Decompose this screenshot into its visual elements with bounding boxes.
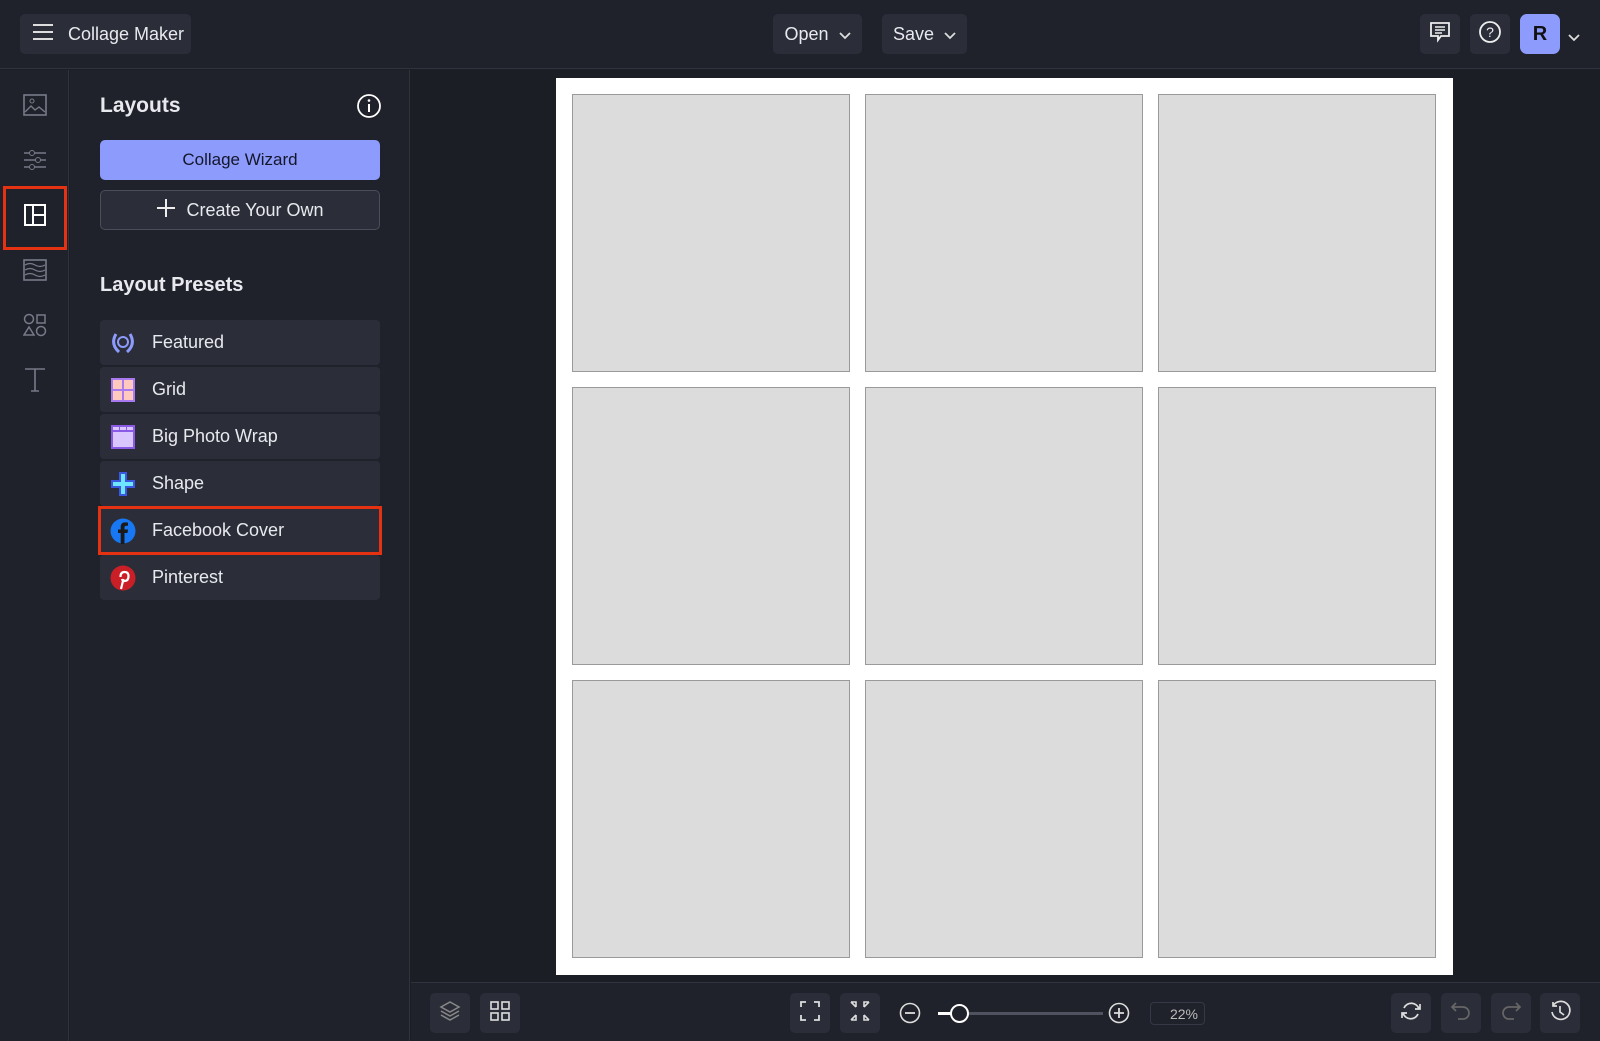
sliders-icon — [23, 149, 47, 176]
reset-button[interactable] — [1391, 993, 1431, 1033]
redo-button[interactable] — [1491, 993, 1531, 1033]
facebook-cover-highlight — [98, 506, 382, 555]
undo-button[interactable] — [1441, 993, 1481, 1033]
grid-view-button[interactable] — [480, 993, 520, 1033]
app-menu-button[interactable]: Collage Maker — [20, 14, 191, 54]
chevron-down-icon — [838, 24, 851, 45]
photo-slot[interactable] — [572, 387, 850, 665]
app-title: Collage Maker — [68, 23, 185, 44]
fit-screen-button[interactable] — [790, 993, 830, 1033]
zoom-out-icon[interactable] — [899, 1002, 921, 1029]
comment-icon — [1429, 21, 1451, 48]
top-bar: Collage Maker Open Save ? R — [0, 0, 1600, 69]
preset-shape[interactable]: Shape — [100, 461, 380, 506]
zoom-label: 22% — [1169, 1006, 1198, 1022]
hamburger-icon — [32, 23, 54, 46]
compress-icon — [850, 1000, 870, 1026]
rail-text[interactable] — [14, 361, 56, 403]
photo-slot[interactable] — [572, 680, 850, 958]
preset-pinterest[interactable]: Pinterest — [100, 555, 380, 600]
texture-icon — [23, 258, 47, 286]
history-icon — [1549, 1000, 1571, 1027]
preset-label: Grid — [152, 379, 187, 399]
collage-wizard-button[interactable]: Collage Wizard — [100, 140, 380, 180]
grid-view-icon — [490, 1000, 510, 1026]
actual-size-button[interactable] — [840, 993, 880, 1033]
photo-slot[interactable] — [865, 94, 1143, 372]
preset-label: Featured — [152, 332, 225, 352]
preset-label: Pinterest — [152, 567, 224, 587]
redo-icon — [1500, 1000, 1522, 1027]
panel-title: Layouts — [100, 94, 181, 117]
history-button[interactable] — [1540, 993, 1580, 1033]
svg-text:?: ? — [1486, 24, 1494, 40]
expand-icon — [800, 1000, 820, 1026]
preset-featured[interactable]: Featured — [100, 320, 380, 365]
photo-slot[interactable] — [1158, 94, 1436, 372]
shape-icon — [110, 471, 136, 497]
zoom-slider-thumb[interactable] — [950, 1004, 969, 1023]
layers-icon — [439, 1000, 461, 1027]
avatar[interactable]: R — [1520, 14, 1560, 54]
zoom-percentage[interactable]: 22% — [1150, 1002, 1205, 1025]
open-label: Open — [784, 23, 829, 44]
image-icon — [23, 93, 47, 121]
text-icon — [23, 367, 47, 398]
tool-rail — [0, 70, 69, 1041]
rail-image[interactable] — [14, 86, 56, 128]
preset-label: Big Photo Wrap — [152, 426, 278, 446]
account-chevron-icon[interactable] — [1568, 29, 1580, 47]
photo-slot[interactable] — [572, 94, 850, 372]
photo-wrap-icon — [110, 424, 136, 450]
photo-slot[interactable] — [1158, 680, 1436, 958]
bottom-toolbar: 22% — [411, 982, 1600, 1041]
refresh-icon — [1400, 1000, 1422, 1027]
help-icon: ? — [1478, 20, 1502, 49]
photo-slot[interactable] — [865, 387, 1143, 665]
zoom-slider[interactable] — [938, 1004, 1103, 1023]
pinterest-icon — [110, 565, 136, 591]
photo-slot[interactable] — [1158, 387, 1436, 665]
help-button[interactable]: ? — [1470, 14, 1510, 54]
grid-icon — [110, 377, 136, 403]
feedback-button[interactable] — [1420, 14, 1460, 54]
avatar-initial: R — [1532, 22, 1548, 45]
layouts-panel: Layouts Collage Wizard Create Your Own L… — [70, 70, 410, 1041]
chevron-down-icon — [944, 24, 956, 45]
laurel-icon — [110, 330, 136, 356]
collage-wizard-label: Collage Wizard — [182, 150, 298, 169]
zoom-in-icon[interactable] — [1108, 1002, 1130, 1029]
open-button[interactable]: Open — [773, 14, 862, 54]
rail-textures[interactable] — [14, 251, 56, 293]
preset-label: Shape — [152, 473, 205, 493]
rail-graphics[interactable] — [14, 306, 56, 348]
photo-slot[interactable] — [865, 680, 1143, 958]
undo-icon — [1450, 1000, 1472, 1027]
plus-icon — [156, 198, 176, 223]
active-tool-highlight — [3, 186, 67, 250]
info-icon[interactable] — [356, 93, 382, 124]
preset-grid[interactable]: Grid — [100, 367, 380, 412]
preset-big-photo-wrap[interactable]: Big Photo Wrap — [100, 414, 380, 459]
shapes-icon — [22, 313, 47, 342]
rail-adjust[interactable] — [14, 141, 56, 183]
create-your-own-button[interactable]: Create Your Own — [100, 190, 380, 230]
layers-button[interactable] — [430, 993, 470, 1033]
collage-canvas[interactable] — [556, 78, 1453, 975]
save-label: Save — [892, 23, 935, 44]
create-your-own-label: Create Your Own — [186, 199, 324, 220]
presets-title: Layout Presets — [100, 274, 244, 296]
save-button[interactable]: Save — [882, 14, 967, 54]
